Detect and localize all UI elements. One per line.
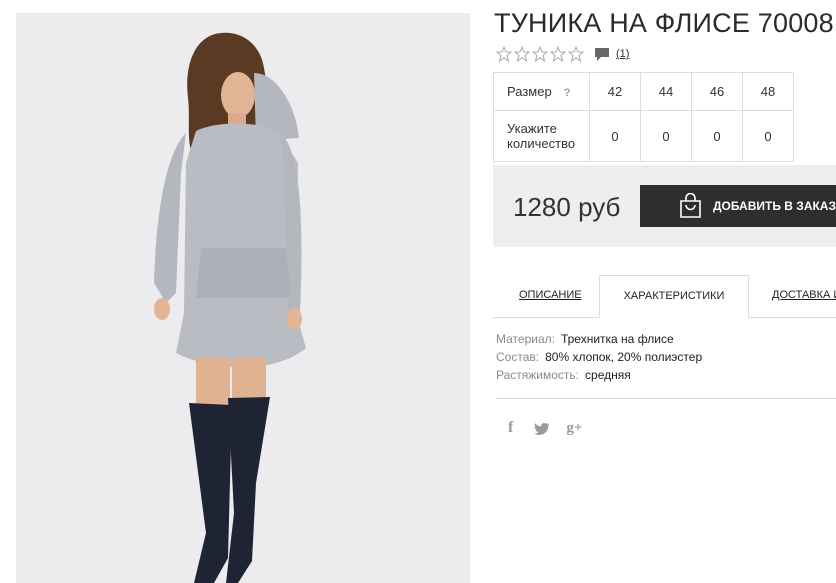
tab-characteristics[interactable]: ХАРАКТЕРИСТИКИ: [599, 275, 749, 318]
tab-delivery[interactable]: ДОСТАВКА И: [772, 275, 836, 317]
star-empty-icon[interactable]: [568, 46, 584, 62]
social-links: f g+: [508, 419, 582, 437]
size-46: 46: [691, 72, 743, 111]
spec-row: Растяжимость: средняя: [496, 366, 702, 384]
size-header-row: Размер? 42 44 46 48: [493, 72, 794, 111]
size-table: Размер? 42 44 46 48 Укажите количество 0 …: [493, 72, 794, 162]
divider: [496, 398, 836, 399]
spec-key: Растяжимость:: [496, 368, 580, 382]
product-tabs: ОПИСАНИЕ ХАРАКТЕРИСТИКИ ДОСТАВКА И: [493, 275, 836, 318]
size-label: Размер: [507, 84, 552, 99]
rating-row: (1): [496, 46, 629, 62]
spec-value: 80% хлопок, 20% полиэстер: [545, 350, 703, 364]
size-42: 42: [589, 72, 641, 111]
quantity-label-cell: Укажите количество: [493, 110, 590, 162]
spec-key: Материал:: [496, 332, 555, 346]
specs-list: Материал: Трехнитка на флисе Состав: 80% х…: [496, 330, 702, 384]
quantity-input-42[interactable]: 0: [589, 110, 641, 162]
spec-value: Трехнитка на флисе: [560, 332, 674, 346]
quantity-input-46[interactable]: 0: [691, 110, 743, 162]
spec-row: Материал: Трехнитка на флисе: [496, 330, 702, 348]
add-to-order-button[interactable]: ДОБАВИТЬ В ЗАКАЗ: [640, 185, 836, 227]
price-bar: 1280 руб ДОБАВИТЬ В ЗАКАЗ: [493, 165, 836, 247]
facebook-icon[interactable]: f: [508, 419, 513, 437]
quantity-label-line2: количество: [507, 136, 576, 151]
model-illustration: [16, 13, 470, 583]
spec-key: Состав:: [496, 350, 540, 364]
size-label-cell: Размер?: [493, 72, 590, 111]
product-photo[interactable]: [16, 13, 470, 583]
star-empty-icon[interactable]: [496, 46, 512, 62]
size-help-icon[interactable]: ?: [564, 87, 571, 99]
size-44: 44: [640, 72, 692, 111]
star-empty-icon[interactable]: [532, 46, 548, 62]
quantity-label-line1: Укажите: [507, 121, 557, 136]
price: 1280 руб: [513, 192, 621, 222]
quantity-row: Укажите количество 0 0 0 0: [493, 110, 794, 162]
shopping-bag-icon: [680, 193, 701, 218]
quantity-input-48[interactable]: 0: [742, 110, 794, 162]
quantity-input-44[interactable]: 0: [640, 110, 692, 162]
comment-icon[interactable]: [594, 47, 610, 62]
size-48: 48: [742, 72, 794, 111]
google-plus-icon[interactable]: g+: [566, 420, 582, 437]
rating-stars[interactable]: [496, 46, 584, 62]
add-to-order-label: ДОБАВИТЬ В ЗАКАЗ: [713, 199, 836, 213]
tab-description[interactable]: ОПИСАНИЕ: [519, 275, 582, 317]
spec-row: Состав: 80% хлопок, 20% полиэстер: [496, 348, 702, 366]
product-title: ТУНИКА НА ФЛИСЕ 70008: [494, 8, 834, 38]
star-empty-icon[interactable]: [550, 46, 566, 62]
star-empty-icon[interactable]: [514, 46, 530, 62]
review-count-link[interactable]: (1): [616, 48, 629, 60]
spec-value: средняя: [585, 368, 631, 382]
twitter-icon[interactable]: [534, 422, 550, 435]
